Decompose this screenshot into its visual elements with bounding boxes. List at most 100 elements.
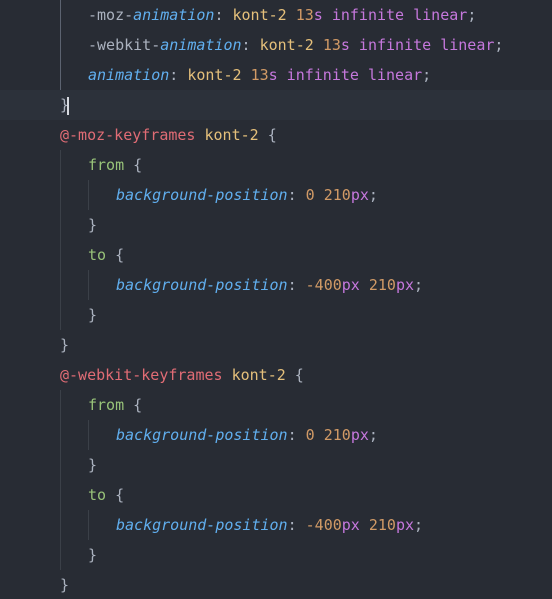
code-token-punct: :: [287, 186, 306, 204]
code-line-text: background-position: 0 210px;: [116, 420, 378, 450]
code-token-punct: [315, 186, 324, 204]
code-line-text: background-position: -400px 210px;: [116, 510, 423, 540]
code-line-text: }: [60, 330, 69, 360]
code-line[interactable]: @-moz-keyframes kont-2 {: [0, 120, 552, 150]
code-line-text: background-position: 0 210px;: [116, 180, 378, 210]
indent-guide: [60, 540, 61, 570]
code-token-unit: px: [395, 276, 415, 294]
code-token-prefix: -webkit-: [88, 36, 161, 54]
code-token-number: 0: [305, 426, 315, 444]
indent-guide: [60, 60, 61, 90]
code-line-text: @-moz-keyframes kont-2 {: [60, 120, 277, 150]
code-line[interactable]: -moz-animation: kont-2 13s infinite line…: [0, 0, 552, 30]
code-line[interactable]: from {: [0, 390, 552, 420]
code-line[interactable]: from {: [0, 150, 552, 180]
code-token-number: 13: [322, 36, 341, 54]
code-token-punct: [242, 66, 251, 84]
indent-guide: [88, 270, 89, 300]
code-token-prop: animation: [133, 6, 215, 24]
code-token-punct: ;: [368, 426, 378, 444]
code-token-number: 13: [295, 6, 314, 24]
code-line[interactable]: background-position: 0 210px;: [0, 420, 552, 450]
code-line[interactable]: }: [0, 300, 552, 330]
code-line[interactable]: }: [0, 330, 552, 360]
code-token-unit: s: [313, 6, 323, 24]
code-line-text: }: [88, 540, 97, 570]
code-token-number: 0: [305, 186, 315, 204]
indent-guide: [60, 420, 61, 450]
code-token-punct: {: [124, 156, 143, 174]
indent-guide: [60, 480, 61, 510]
code-token-prop: background-position: [116, 276, 288, 294]
code-line-text: to {: [88, 240, 124, 270]
code-token-prefix: -moz-: [88, 6, 134, 24]
code-token-punct: [195, 126, 204, 144]
indent-guide: [60, 30, 61, 60]
indent-guide: [88, 420, 89, 450]
code-line[interactable]: background-position: -400px 210px;: [0, 510, 552, 540]
code-token-punct: [360, 516, 369, 534]
code-token-punct: }: [88, 216, 98, 234]
code-line[interactable]: background-position: -400px 210px;: [0, 270, 552, 300]
code-token-name: kont-2: [204, 126, 259, 144]
code-token-punct: ;: [494, 36, 504, 54]
code-token-prop: animation: [88, 66, 170, 84]
code-token-unit: px: [395, 516, 415, 534]
code-token-number: 210: [368, 276, 396, 294]
code-editor[interactable]: -moz-animation: kont-2 13s infinite line…: [0, 0, 552, 599]
code-token-punct: {: [258, 126, 277, 144]
code-line-text: -webkit-animation: kont-2 13s infinite l…: [88, 30, 503, 60]
indent-guide: [60, 510, 61, 540]
indent-guide: [60, 450, 61, 480]
indent-guide: [60, 0, 61, 30]
code-token-punct: [314, 36, 323, 54]
code-token-prop: background-position: [116, 516, 288, 534]
code-line-text: @-webkit-keyframes kont-2 {: [60, 360, 304, 390]
code-token-unit: px: [350, 186, 369, 204]
code-line[interactable]: }: [0, 570, 552, 599]
code-token-punct: :: [169, 66, 188, 84]
code-token-punct: {: [285, 366, 304, 384]
code-line[interactable]: to {: [0, 480, 552, 510]
code-line-text: }: [88, 210, 97, 240]
code-token-punct: }: [60, 336, 70, 354]
code-token-punct: ;: [467, 6, 477, 24]
code-token-atrule: @-moz-keyframes: [60, 126, 196, 144]
code-line-text: background-position: -400px 210px;: [116, 270, 423, 300]
code-token-punct: ;: [368, 186, 378, 204]
code-token-punct: [360, 276, 369, 294]
code-token-keyword: infinite linear: [322, 6, 468, 24]
indent-guide: [60, 150, 61, 180]
code-line[interactable]: }: [0, 540, 552, 570]
code-token-atrule: @-webkit-keyframes: [60, 366, 223, 384]
code-line[interactable]: background-position: 0 210px;: [0, 180, 552, 210]
code-line[interactable]: -webkit-animation: kont-2 13s infinite l…: [0, 30, 552, 60]
code-token-value: kont-2: [232, 6, 287, 24]
code-token-punct: {: [106, 486, 125, 504]
indent-guide: [60, 210, 61, 240]
code-token-punct: ;: [414, 276, 424, 294]
code-line[interactable]: @-webkit-keyframes kont-2 {: [0, 360, 552, 390]
code-token-punct: :: [287, 426, 306, 444]
code-token-punct: [287, 6, 296, 24]
code-line-text: }: [88, 450, 97, 480]
code-token-prop: animation: [160, 36, 242, 54]
code-token-value: kont-2: [187, 66, 242, 84]
code-line-text: -moz-animation: kont-2 13s infinite line…: [88, 0, 476, 30]
code-line[interactable]: to {: [0, 240, 552, 270]
indent-guide: [88, 510, 89, 540]
code-token-punct: ;: [422, 66, 432, 84]
code-token-punct: :: [241, 36, 260, 54]
code-token-number: 210: [323, 426, 351, 444]
code-line-text: }: [60, 570, 69, 599]
indent-guide: [88, 180, 89, 210]
indent-guide: [60, 270, 61, 300]
code-line[interactable]: }: [0, 90, 552, 120]
code-line[interactable]: }: [0, 450, 552, 480]
code-token-punct: :: [287, 516, 306, 534]
code-token-name: kont-2: [231, 366, 286, 384]
code-line[interactable]: }: [0, 210, 552, 240]
code-token-punct: }: [88, 306, 98, 324]
code-line[interactable]: animation: kont-2 13s infinite linear;: [0, 60, 552, 90]
code-line-text: from {: [88, 390, 142, 420]
